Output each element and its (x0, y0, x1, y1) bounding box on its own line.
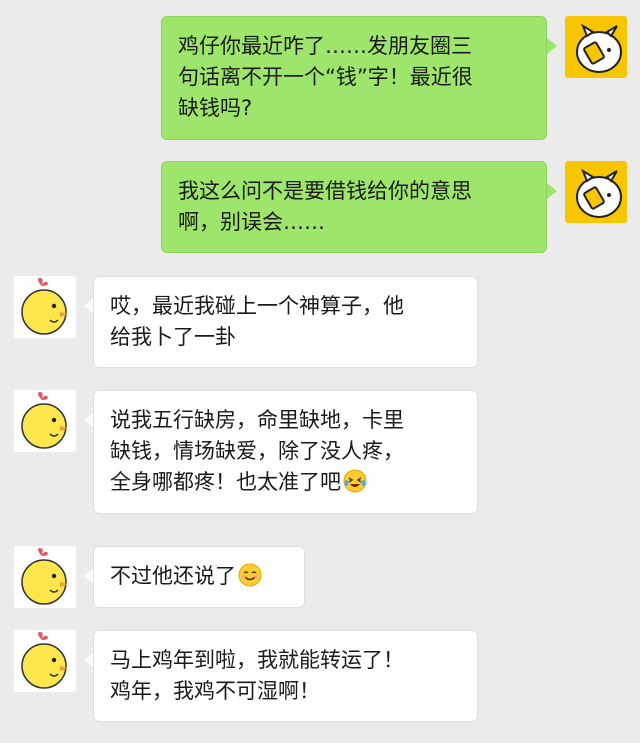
incoming-message-bubble[interactable]: 哎，最近我碰上一个神算子，他 给我卜了一卦 (93, 276, 478, 368)
message-text: 全身哪都疼！也太准了吧 (110, 470, 341, 494)
yellow-chick-avatar-icon (14, 390, 76, 452)
yellow-cartoon-avatar-icon (565, 161, 627, 223)
message-line: 哎，最近我碰上一个神算子，他 (110, 294, 404, 318)
laughing-tears-emoji-icon (343, 469, 367, 502)
outgoing-message-bubble[interactable]: 鸡仔你最近咋了……发朋友圈三 句话离不开一个“钱”字！最近很 缺钱吗? (161, 16, 547, 140)
my-avatar[interactable] (565, 161, 627, 223)
message-line: 啊，别误会…… (178, 210, 325, 234)
yellow-chick-avatar-icon (14, 630, 76, 692)
my-avatar[interactable] (565, 16, 627, 78)
message-text: 不过他还说了 (110, 564, 236, 588)
friend-avatar[interactable] (14, 546, 76, 608)
message-line: 给我卜了一卦 (110, 325, 236, 349)
friend-avatar[interactable] (14, 276, 76, 338)
yellow-chick-avatar-icon (14, 276, 76, 338)
message-line: 缺钱，情场缺爱，除了没人疼， (110, 439, 404, 463)
incoming-message-bubble[interactable]: 说我五行缺房，命里缺地，卡里 缺钱，情场缺爱，除了没人疼， 全身哪都疼！也太准了… (93, 390, 478, 514)
message-line: 缺钱吗? (178, 96, 253, 120)
bubble-tail (547, 183, 557, 199)
message-line: 不过他还说了 (110, 561, 288, 596)
message-line: 鸡仔你最近咋了……发朋友圈三 (178, 34, 472, 58)
message-line: 说我五行缺房，命里缺地，卡里 (110, 408, 404, 432)
friend-avatar[interactable] (14, 390, 76, 452)
bubble-tail (547, 38, 557, 54)
incoming-message-bubble[interactable]: 马上鸡年到啦，我就能转运了！ 鸡年，我鸡不可湿啊！ (93, 630, 478, 722)
message-line: 马上鸡年到啦，我就能转运了！ (110, 648, 404, 672)
message-line: 句话离不开一个“钱”字！最近很 (178, 65, 473, 89)
outgoing-message-bubble[interactable]: 我这么问不是要借钱给你的意思 啊，别误会…… (161, 161, 547, 253)
incoming-message-bubble[interactable]: 不过他还说了 (93, 546, 305, 608)
message-line: 全身哪都疼！也太准了吧 (110, 467, 461, 502)
friend-avatar[interactable] (14, 630, 76, 692)
yellow-chick-avatar-icon (14, 546, 76, 608)
yellow-cartoon-avatar-icon (565, 16, 627, 78)
message-line: 我这么问不是要借钱给你的意思 (178, 179, 472, 203)
message-line: 鸡年，我鸡不可湿啊！ (110, 679, 320, 703)
chat-window: 鸡仔你最近咋了……发朋友圈三 句话离不开一个“钱”字！最近很 缺钱吗? 我这么问… (0, 0, 640, 743)
smiling-emoji-icon (238, 563, 262, 596)
